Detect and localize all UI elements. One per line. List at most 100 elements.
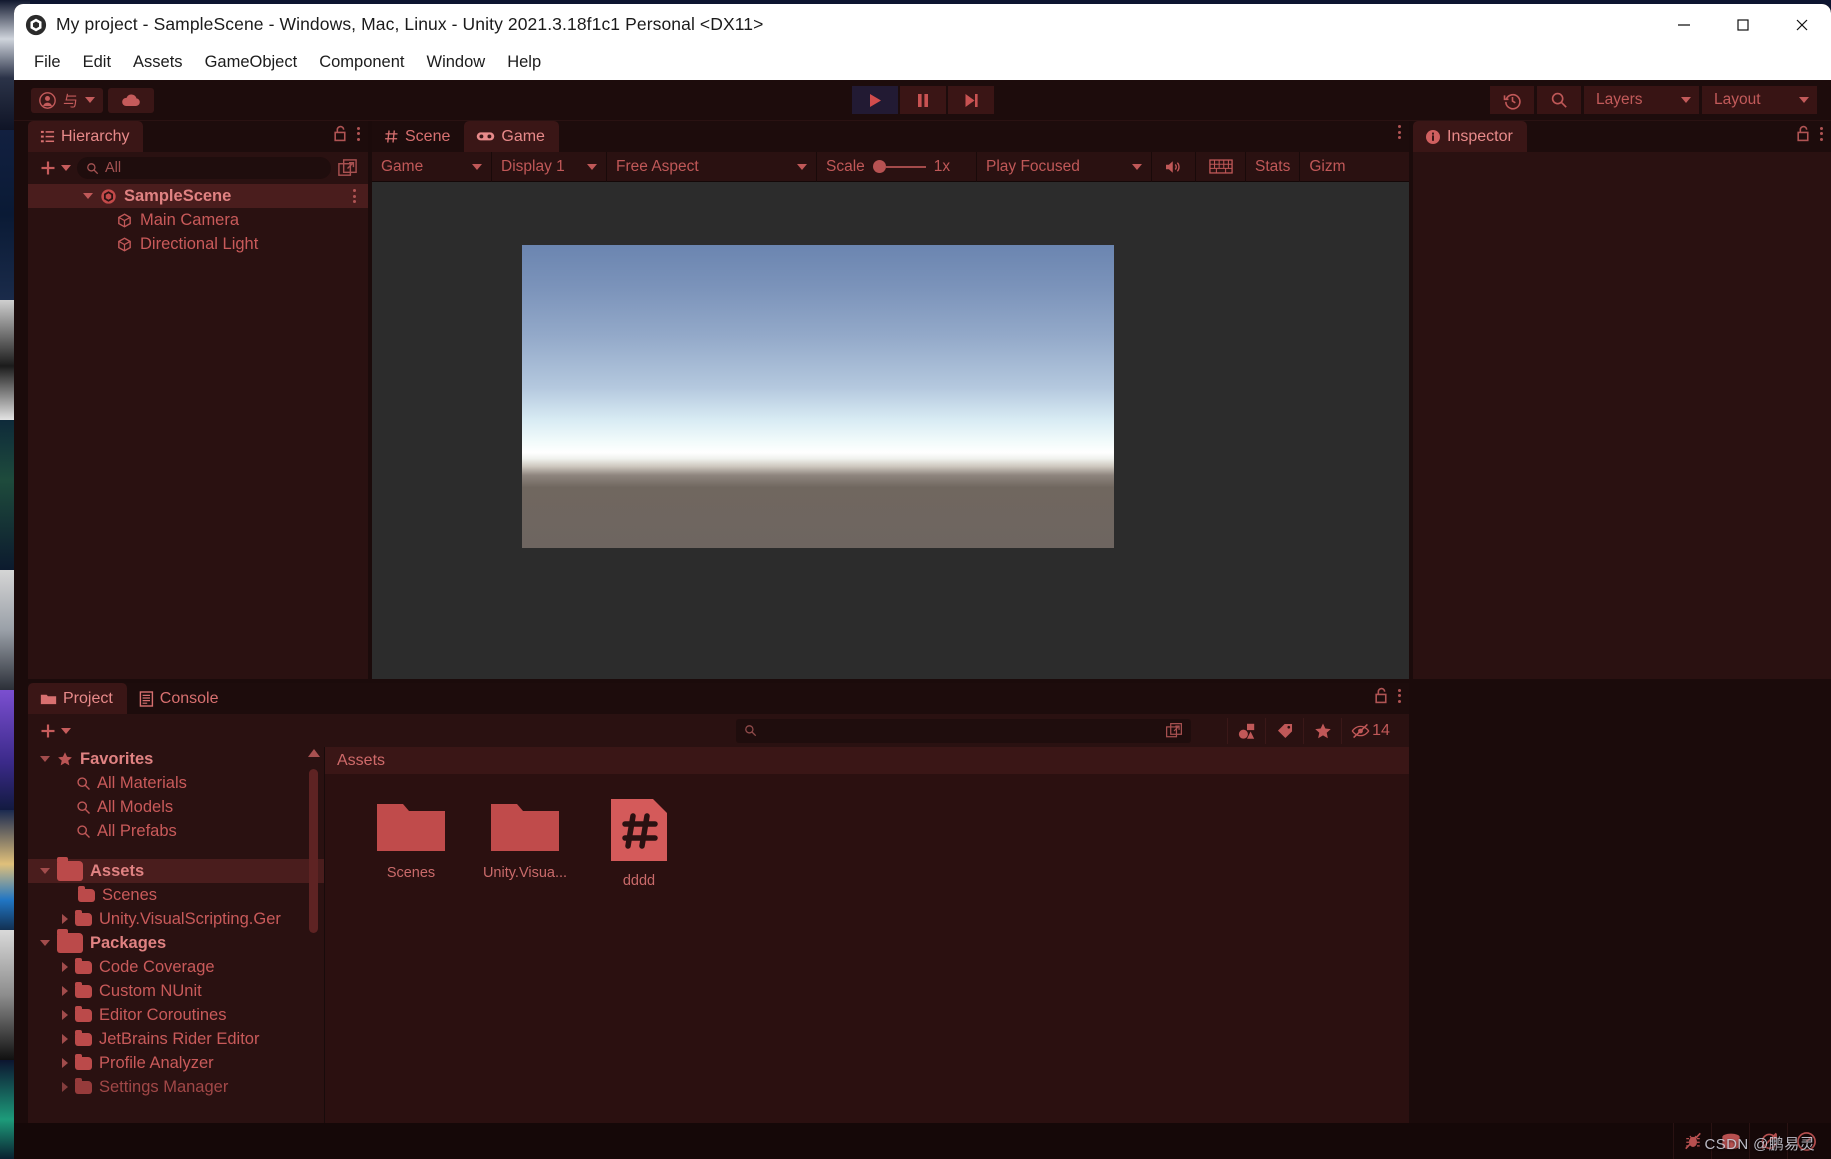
game-display-dropdown[interactable]: Display 1	[492, 151, 607, 182]
game-render-output[interactable]	[522, 245, 1114, 548]
project-tree-item-editor-coroutines[interactable]: Editor Coroutines	[28, 1003, 324, 1027]
chevron-down-icon[interactable]	[40, 940, 50, 946]
lock-open-icon[interactable]	[1796, 125, 1811, 142]
chevron-right-icon[interactable]	[62, 986, 68, 996]
tab-game[interactable]: Game	[464, 121, 559, 152]
project-tree-item-code-coverage[interactable]: Code Coverage	[28, 955, 324, 979]
chevron-right-icon[interactable]	[62, 962, 68, 972]
project-popout-icon[interactable]	[1165, 722, 1183, 740]
project-tree-item-assets[interactable]: Assets	[28, 857, 324, 883]
scrollbar-thumb[interactable]	[309, 769, 318, 933]
game-view-viewport[interactable]	[372, 182, 1409, 679]
project-tree-item-packages[interactable]: Packages	[28, 929, 324, 955]
minimize-button[interactable]	[1654, 4, 1713, 45]
project-search-input[interactable]	[736, 718, 1191, 743]
profiler-button[interactable]	[1787, 1123, 1825, 1159]
auto-refresh-button[interactable]	[1749, 1123, 1787, 1159]
hierarchy-menu-button[interactable]	[357, 126, 360, 141]
scroll-up-arrow-icon[interactable]	[308, 749, 320, 757]
pause-button[interactable]	[899, 86, 946, 114]
tab-scene[interactable]: Scene	[372, 121, 464, 152]
project-tree-item-all-models[interactable]: All Models	[28, 795, 324, 819]
project-tree-item-unity-visualscripting[interactable]: Unity.VisualScripting.Ger	[28, 907, 324, 931]
center-menu-button[interactable]	[1398, 125, 1401, 139]
lock-open-icon[interactable]	[1374, 687, 1389, 704]
asset-item-unity-visualscripting[interactable]: Unity.Visua...	[477, 796, 573, 889]
chevron-right-icon[interactable]	[62, 914, 68, 924]
game-viewmode-dropdown[interactable]: Game	[372, 151, 492, 182]
game-keyboard-button[interactable]	[1196, 151, 1246, 182]
chevron-down-icon[interactable]	[40, 868, 50, 874]
menu-gameobject[interactable]: GameObject	[194, 50, 309, 75]
chevron-down-icon[interactable]	[83, 193, 93, 199]
hierarchy-search-input[interactable]: All	[77, 157, 331, 179]
account-button[interactable]: 与	[31, 87, 103, 113]
game-gizmos-button[interactable]: Gizm	[1300, 152, 1354, 182]
step-button[interactable]	[947, 86, 994, 114]
filter-by-type-button[interactable]	[1227, 717, 1265, 744]
project-tree-item-favorites[interactable]: Favorites	[28, 747, 324, 771]
project-tree-item-all-prefabs[interactable]: All Prefabs	[28, 819, 324, 843]
hierarchy-item-menu[interactable]	[353, 189, 356, 203]
lock-open-icon[interactable]	[333, 125, 348, 142]
maximize-button[interactable]	[1713, 4, 1772, 45]
project-tree-scrollbar[interactable]	[306, 747, 320, 1159]
filter-by-favorite-button[interactable]	[1303, 717, 1341, 744]
hidden-assets-button[interactable]: 14	[1341, 717, 1399, 744]
chevron-right-icon[interactable]	[62, 1010, 68, 1020]
hierarchy-add-button[interactable]	[38, 158, 71, 178]
layers-dropdown[interactable]: Layers	[1584, 86, 1699, 114]
scale-slider-knob[interactable]	[872, 160, 886, 173]
project-tree-item-scenes[interactable]: Scenes	[28, 883, 324, 907]
inspector-menu-button[interactable]	[1820, 126, 1823, 141]
play-button[interactable]	[851, 86, 898, 114]
menu-window[interactable]: Window	[416, 50, 497, 75]
chevron-down-icon[interactable]	[40, 756, 50, 762]
project-add-button[interactable]	[38, 721, 71, 741]
project-tree-item-custom-nunit[interactable]: Custom NUnit	[28, 979, 324, 1003]
game-aspect-dropdown[interactable]: Free Aspect	[607, 151, 817, 182]
tab-inspector[interactable]: Inspector	[1413, 121, 1527, 152]
tab-hierarchy[interactable]: Hierarchy	[28, 121, 144, 152]
close-button[interactable]	[1772, 4, 1831, 45]
hierarchy-popout-button[interactable]	[337, 158, 358, 179]
project-tree-item-jetbrains-rider-editor[interactable]: JetBrains Rider Editor	[28, 1027, 324, 1051]
menu-edit[interactable]: Edit	[72, 50, 122, 75]
cloud-button[interactable]	[108, 87, 154, 113]
hierarchy-item-samplescene[interactable]: SampleScene	[28, 184, 368, 208]
game-playmode-dropdown[interactable]: Play Focused	[977, 151, 1152, 182]
hierarchy-item-directional-light[interactable]: Directional Light	[28, 232, 368, 256]
history-icon	[1503, 93, 1521, 110]
tab-project[interactable]: Project	[28, 683, 127, 714]
project-tree-item-all-materials[interactable]: All Materials	[28, 771, 324, 795]
menu-file[interactable]: File	[23, 50, 72, 75]
project-menu-button[interactable]	[1398, 688, 1401, 703]
hierarchy-tabstrip: Hierarchy	[28, 121, 368, 152]
status-bar	[14, 1123, 1831, 1159]
chevron-right-icon[interactable]	[62, 1082, 68, 1092]
grid-icon	[385, 130, 398, 143]
filter-by-label-button[interactable]	[1265, 717, 1303, 744]
layers-icon	[1721, 1133, 1740, 1149]
game-stats-button[interactable]: Stats	[1246, 151, 1301, 182]
debug-toggle-button[interactable]	[1673, 1123, 1711, 1159]
undo-history-button[interactable]	[1490, 86, 1534, 114]
cache-server-button[interactable]	[1711, 1123, 1749, 1159]
chevron-right-icon[interactable]	[62, 1058, 68, 1068]
game-scale-slider[interactable]: Scale 1x	[817, 151, 977, 182]
menu-help[interactable]: Help	[496, 50, 552, 75]
asset-item-scenes[interactable]: Scenes	[363, 796, 459, 889]
layout-dropdown[interactable]: Layout	[1702, 86, 1817, 114]
global-search-button[interactable]	[1537, 86, 1581, 114]
asset-item-dddd[interactable]: dddd	[591, 796, 687, 889]
project-tree-item-settings-manager[interactable]: Settings Manager	[28, 1075, 324, 1099]
hierarchy-item-main-camera[interactable]: Main Camera	[28, 208, 368, 232]
menu-assets[interactable]: Assets	[122, 50, 194, 75]
project-tree-item-label: All Materials	[97, 773, 187, 792]
tab-console[interactable]: Console	[127, 683, 233, 714]
game-scale-label: Scale	[826, 157, 865, 175]
menu-component[interactable]: Component	[308, 50, 415, 75]
game-mute-button[interactable]	[1152, 151, 1196, 182]
project-tree-item-profile-analyzer[interactable]: Profile Analyzer	[28, 1051, 324, 1075]
chevron-right-icon[interactable]	[62, 1034, 68, 1044]
